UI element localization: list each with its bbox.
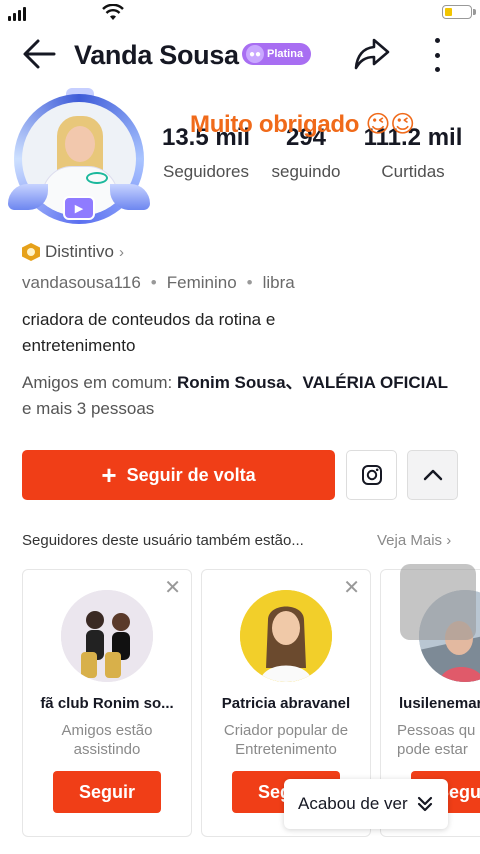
- signal-icon: [8, 7, 26, 21]
- overlay-caption: Muito obrigado 😉😉: [190, 111, 415, 138]
- level-badge[interactable]: ●● Platina: [242, 43, 312, 65]
- suggestion-reason: Pessoas qu pode estar: [397, 722, 476, 758]
- more-vertical-icon[interactable]: [424, 38, 450, 72]
- instagram-button[interactable]: [346, 450, 397, 500]
- instagram-icon: [361, 465, 382, 485]
- wifi-icon: [102, 4, 124, 20]
- hexagon-badge-icon: [22, 243, 40, 261]
- chevron-right-icon: ›: [118, 243, 124, 261]
- profile-bio: criadora de conteudos da rotina e entret…: [22, 310, 276, 355]
- chevron-right-icon: ›: [446, 532, 452, 549]
- finished-watching-label: Acabou de ver: [298, 794, 408, 813]
- follow-button[interactable]: Seguir: [53, 771, 161, 813]
- see-more-label: Veja Mais: [377, 532, 443, 549]
- suggestion-reason: Amigos estão assistindo: [61, 722, 153, 758]
- distintivo-link[interactable]: Distintivo ›: [22, 242, 124, 262]
- likes-label: Curtidas: [381, 162, 445, 181]
- avatar[interactable]: ▶: [8, 88, 150, 226]
- page-title: Vanda Sousa: [74, 40, 239, 70]
- username: vandasousa116: [22, 273, 141, 292]
- followers-label: Seguidores: [162, 162, 249, 181]
- distintivo-label: Distintivo: [45, 242, 114, 261]
- status-bar: [0, 0, 480, 26]
- collapse-button[interactable]: [407, 450, 458, 500]
- battery-icon: [442, 5, 476, 19]
- suggestion-name: lusilenemar: [399, 695, 480, 712]
- finished-watching-pill[interactable]: Acabou de ver: [284, 779, 448, 829]
- following-label: seguindo: [271, 162, 341, 181]
- close-icon[interactable]: ✕: [164, 578, 181, 598]
- zodiac-sign: libra: [262, 273, 295, 292]
- share-arrow-icon[interactable]: [352, 36, 392, 72]
- suggestions-title: Seguidores deste usuário também estão...: [22, 532, 304, 549]
- suggestion-name: Patricia abravanel: [221, 695, 351, 712]
- floating-assistive-touch[interactable]: [400, 564, 476, 640]
- plus-icon: +: [101, 460, 117, 490]
- double-chevron-down-icon: [417, 796, 432, 812]
- close-icon[interactable]: ✕: [343, 578, 360, 598]
- gender: Feminino: [166, 273, 237, 292]
- see-more-link[interactable]: Veja Mais ›: [377, 532, 451, 549]
- play-icon[interactable]: ▶: [63, 196, 95, 220]
- suggestion-avatar[interactable]: [61, 590, 153, 682]
- arrow-left-icon[interactable]: [20, 36, 60, 72]
- suggestion-avatar[interactable]: [240, 590, 332, 682]
- profile-header: Vanda Sousa ●● Platina: [0, 30, 480, 80]
- chevron-up-icon: [423, 469, 442, 481]
- badge-icon: ●●: [246, 45, 264, 63]
- mutual-prefix: Amigos em comum:: [22, 373, 177, 392]
- mutual-friends[interactable]: Amigos em comum: Ronim Sousa、VALÉRIA OFI…: [22, 370, 462, 422]
- suggestion-reason: Criador popular de Entretenimento: [223, 722, 349, 758]
- profile-meta: vandasousa116 • Feminino • libra: [22, 273, 295, 293]
- suggestion-name: fã club Ronim so...: [40, 695, 174, 712]
- suggestion-card[interactable]: ✕ fã club Ronim so... Amigos estão assis…: [22, 569, 192, 837]
- separator-dot: •: [150, 273, 157, 292]
- badge-label: Platina: [267, 48, 304, 60]
- follow-back-button[interactable]: + Seguir de volta: [22, 450, 335, 500]
- separator-dot: •: [246, 273, 253, 292]
- follow-back-label: Seguir de volta: [126, 464, 256, 485]
- mutual-suffix: e mais 3 pessoas: [22, 399, 155, 418]
- mutual-names: Ronim Sousa、VALÉRIA OFICIAL: [176, 373, 448, 392]
